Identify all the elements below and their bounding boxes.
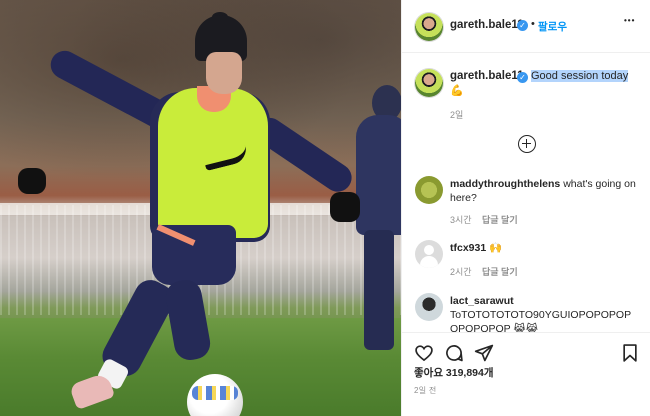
author-avatar[interactable] (415, 13, 443, 41)
comment-text: 🙌 (489, 242, 503, 254)
reply-button[interactable]: 답글 달기 (482, 265, 518, 278)
player-face (206, 52, 242, 94)
reply-button[interactable]: 답글 달기 (482, 213, 518, 226)
heart-icon[interactable] (414, 343, 434, 363)
caption-text: Good session today (531, 70, 629, 82)
more-options-icon[interactable]: ••• (624, 16, 635, 25)
player-left-glove (18, 168, 46, 194)
comment-avatar[interactable] (415, 240, 443, 268)
comment-username[interactable]: maddythroughthelens (450, 178, 560, 190)
post-photo[interactable] (0, 0, 401, 416)
football-pattern (192, 386, 238, 400)
comment-avatar[interactable] (415, 293, 443, 321)
comment-username[interactable]: tfcx931 (450, 242, 486, 254)
author-username[interactable]: gareth.bale11 (450, 19, 524, 31)
post-header: gareth.bale11 ✓ • 팔로우 ••• (402, 0, 650, 53)
player-right-leg (163, 277, 213, 363)
comment-body: maddythroughthelens what's going on here… (450, 177, 640, 205)
caption-emoji: 💪 (450, 85, 464, 97)
comment-icon[interactable] (444, 343, 464, 363)
follow-button[interactable]: 팔로우 (538, 19, 567, 34)
player-right-glove (330, 192, 360, 222)
post-timestamp[interactable]: 2일 전 (414, 385, 437, 396)
load-more-comments-icon[interactable] (518, 135, 536, 153)
caption-username[interactable]: gareth.bale11 (450, 70, 524, 82)
verified-badge-icon: ✓ (517, 20, 528, 31)
comment-username[interactable]: lact_sarawut (450, 295, 514, 307)
caption-author-avatar[interactable] (415, 69, 443, 97)
post-actions: 좋아요 319,894개 2일 전 (402, 332, 650, 416)
share-icon[interactable] (474, 343, 494, 363)
comment-time[interactable]: 2시간 (450, 265, 472, 278)
comment-body: tfcx931 🙌 (450, 241, 640, 255)
comment-avatar[interactable] (415, 176, 443, 204)
like-count[interactable]: 좋아요 319,894개 (414, 365, 494, 380)
caption-text-selected: Good session today (531, 70, 629, 82)
player-figure (0, 0, 401, 416)
player-shorts (152, 225, 236, 285)
separator-dot: • (531, 18, 535, 30)
caption-verified-badge-icon: ✓ (517, 72, 528, 83)
comment-body: lact_sarawut ToTOTOTOTOTO90YGUIOPOPOPOPO… (450, 294, 636, 336)
post-sidebar: gareth.bale11 ✓ • 팔로우 ••• gareth.bale11 … (401, 0, 650, 416)
caption-time[interactable]: 2일 (450, 108, 463, 121)
comment-time[interactable]: 3시간 (450, 213, 472, 226)
bookmark-icon[interactable] (620, 343, 640, 363)
